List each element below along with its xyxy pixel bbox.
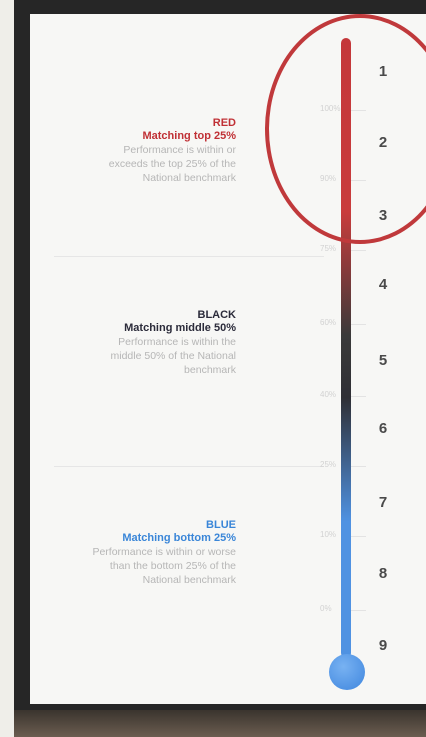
- scale-tick: 0%: [320, 604, 426, 613]
- scale-tick-label: 75%: [320, 244, 337, 253]
- rank-number: 6: [378, 420, 388, 437]
- scale-tick: 40%: [320, 390, 426, 399]
- legend-red-description-line: exceeds the top 25% of the: [108, 158, 236, 170]
- scale-tick: 90%: [320, 174, 426, 183]
- legend-black-description-line: benchmark: [184, 364, 236, 376]
- legend-blue-description-line: National benchmark: [142, 574, 236, 586]
- legend-black-description-line: Performance is within the: [118, 336, 236, 348]
- legend-red-description: Performance is within or exceeds the top…: [36, 143, 236, 185]
- rank-number: 4: [378, 276, 388, 293]
- legend-black-name: BLACK: [197, 309, 237, 321]
- scale-tick-label: 60%: [320, 318, 337, 327]
- monitor-base: [14, 710, 426, 737]
- rank-number: 3: [378, 207, 388, 224]
- rank-number: 2: [378, 134, 388, 151]
- scale-tick-label: 0%: [320, 604, 332, 613]
- rank-number: 1: [378, 63, 388, 80]
- scale-tick: 25%: [320, 460, 426, 469]
- scale-tick-label: 100%: [320, 104, 341, 113]
- scale-tick: 75%: [320, 244, 426, 253]
- legend-red-subtitle: Matching top 25%: [142, 130, 236, 142]
- legend-blue-description-line: Performance is within or worse: [92, 546, 236, 558]
- legend-red: RED Matching top 25% Performance is with…: [36, 117, 236, 185]
- scale-tick-label: 10%: [320, 530, 337, 539]
- legend-red-description-line: National benchmark: [142, 172, 236, 184]
- scale-tick-label: 25%: [320, 460, 337, 469]
- legend-black: BLACK Matching middle 50% Performance is…: [36, 309, 237, 377]
- legend-blue-description: Performance is within or worse than the …: [36, 545, 236, 587]
- legend-red-description-line: Performance is within or: [123, 144, 236, 156]
- section-divider: [54, 466, 324, 467]
- scale-tick-label: 90%: [320, 174, 337, 183]
- legend-black-description-line: middle 50% of the National: [110, 350, 237, 362]
- section-divider: [54, 256, 324, 257]
- legend-red-name: RED: [212, 117, 236, 129]
- thermometer-bulb: [329, 654, 365, 690]
- rank-number: 9: [378, 637, 388, 654]
- scale-tick: 10%: [320, 530, 426, 539]
- legend-black-description: Performance is within the middle 50% of …: [36, 335, 237, 377]
- legend-blue-subtitle: Matching bottom 25%: [122, 532, 236, 544]
- thermometer-tube: [341, 38, 351, 658]
- rank-number: 5: [378, 352, 388, 369]
- rank-number: 8: [378, 565, 388, 582]
- legend-black-subtitle: Matching middle 50%: [124, 322, 236, 334]
- thermometer-screen: 100% 90% 75% 60% 40% 25% 10% 0% RED Matc…: [30, 14, 426, 704]
- scale-tick: 100%: [320, 104, 426, 113]
- legend-blue-description-line: than the bottom 25% of the: [109, 560, 236, 572]
- scale-tick-label: 40%: [320, 390, 337, 399]
- scale-tick: 60%: [320, 318, 426, 327]
- rank-number: 7: [378, 494, 388, 511]
- legend-blue-name: BLUE: [206, 519, 236, 531]
- legend-blue: BLUE Matching bottom 25% Performance is …: [36, 519, 236, 587]
